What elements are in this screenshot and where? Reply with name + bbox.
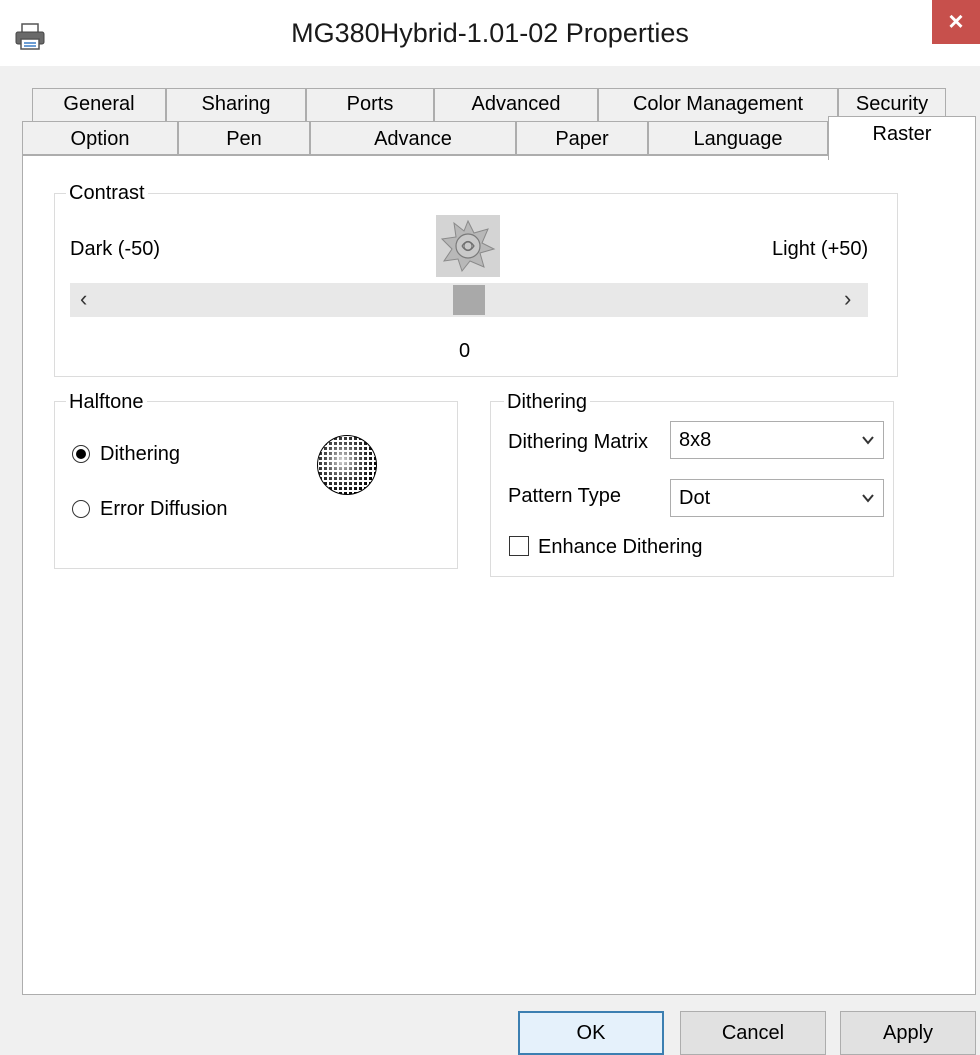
error-diffusion-radio[interactable]	[72, 500, 90, 518]
chevron-down-icon	[862, 436, 874, 445]
pattern-type-value: Dot	[679, 487, 711, 509]
halftone-dot-icon	[317, 435, 377, 495]
contrast-slider-thumb[interactable]	[453, 285, 485, 315]
chevron-down-icon	[862, 494, 874, 503]
tab-option[interactable]: Option	[22, 121, 178, 155]
tab-pen[interactable]: Pen	[178, 121, 310, 155]
halftone-legend: Halftone	[66, 390, 147, 414]
dithering-radio-label[interactable]: Dithering	[100, 442, 180, 466]
enhance-dithering-label[interactable]: Enhance Dithering	[538, 535, 703, 559]
halftone-group	[54, 401, 458, 569]
enhance-dithering-checkbox[interactable]	[509, 536, 529, 556]
cancel-button[interactable]: Cancel	[680, 1011, 826, 1055]
contrast-value: 0	[459, 340, 471, 362]
tab-color-management[interactable]: Color Management	[598, 88, 838, 122]
dithering-legend: Dithering	[504, 390, 591, 414]
contrast-rose-icon	[436, 215, 500, 277]
tab-raster[interactable]: Raster	[828, 116, 976, 160]
apply-button[interactable]: Apply	[840, 1011, 976, 1055]
contrast-legend: Contrast	[66, 181, 148, 205]
pattern-type-select[interactable]: Dot	[670, 479, 884, 517]
close-icon: ×	[948, 6, 964, 36]
window-title: MG380Hybrid-1.01-02 Properties	[291, 18, 689, 48]
tab-language[interactable]: Language	[648, 121, 828, 155]
tab-advanced[interactable]: Advanced	[434, 88, 598, 122]
ok-button[interactable]: OK	[518, 1011, 664, 1055]
contrast-min-label: Dark (-50)	[70, 238, 161, 260]
contrast-max-label: Light (+50)	[772, 238, 869, 260]
dithering-radio[interactable]	[72, 445, 90, 463]
tab-ports[interactable]: Ports	[306, 88, 434, 122]
dithering-matrix-select[interactable]: 8x8	[670, 421, 884, 459]
dithering-matrix-value: 8x8	[679, 429, 712, 451]
close-button[interactable]: ×	[932, 0, 980, 44]
tab-advance[interactable]: Advance	[310, 121, 516, 155]
tab-sharing[interactable]: Sharing	[166, 88, 306, 122]
slider-right-arrow-icon[interactable]: ›	[844, 285, 851, 313]
slider-left-arrow-icon[interactable]: ‹	[80, 285, 87, 313]
pattern-type-label: Pattern Type	[508, 485, 622, 507]
tab-paper[interactable]: Paper	[516, 121, 648, 155]
error-diffusion-radio-label[interactable]: Error Diffusion	[100, 497, 227, 521]
tab-general[interactable]: General	[32, 88, 166, 122]
dithering-matrix-label: Dithering Matrix	[508, 431, 649, 453]
